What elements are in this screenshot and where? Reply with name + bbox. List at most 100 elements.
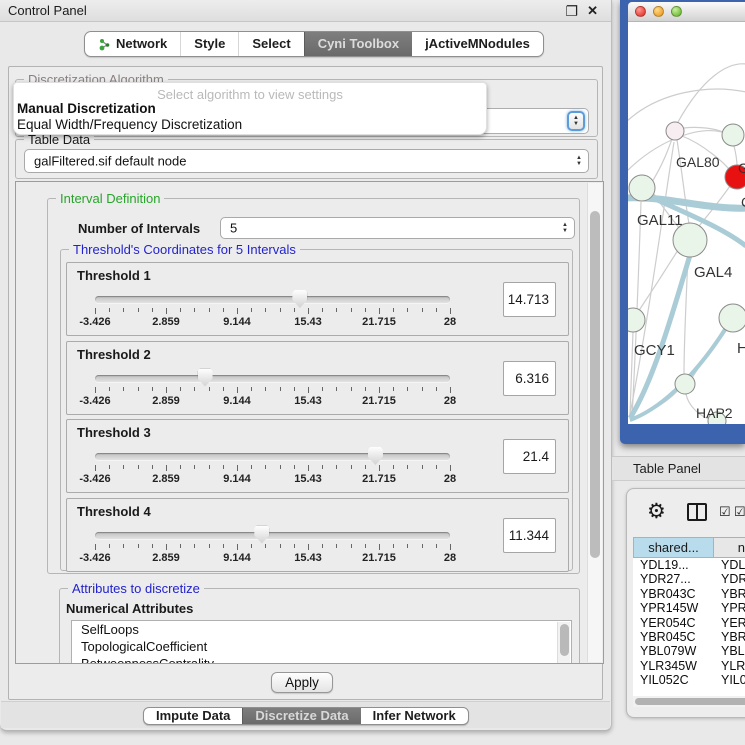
settings-scrollbar[interactable] bbox=[587, 183, 602, 662]
attribute-list-item[interactable]: BetweennessCentrality bbox=[72, 655, 571, 664]
tab-discretize-data[interactable]: Discretize Data bbox=[242, 708, 360, 724]
table-horizontal-scrollbar[interactable] bbox=[633, 696, 745, 707]
algorithm-select-spinner[interactable]: ▲ ▼ bbox=[567, 111, 585, 131]
interval-definition-title: Interval Definition bbox=[56, 191, 164, 206]
attribute-list-item[interactable]: SelfLoops bbox=[72, 621, 571, 638]
slider-ticks bbox=[95, 387, 450, 395]
network-node-label: H bbox=[737, 340, 745, 357]
spinner-down-icon: ▼ bbox=[573, 121, 579, 127]
threshold-slider-thumb[interactable] bbox=[254, 526, 269, 544]
slider-tick-labels: -3.4262.8599.14415.4321.71528 bbox=[95, 316, 450, 328]
table-cell: YLR3 bbox=[714, 659, 745, 673]
table-row[interactable]: YER054CYER0 bbox=[633, 616, 745, 630]
split-columns-icon[interactable] bbox=[687, 503, 707, 521]
network-node[interactable] bbox=[666, 122, 684, 140]
tab-network[interactable]: Network bbox=[85, 32, 180, 56]
threshold-value-field[interactable]: 11.344 bbox=[503, 518, 556, 553]
settings-scroll-panel: Interval Definition Number of Intervals … bbox=[15, 181, 604, 664]
checkbox-icon[interactable]: ☑ bbox=[719, 504, 731, 520]
attributes-list-scrollbar[interactable] bbox=[557, 622, 570, 664]
column-header-shared-name[interactable]: shared... bbox=[633, 537, 714, 558]
network-node-label: GAL4 bbox=[694, 264, 732, 281]
table-row[interactable]: YBL079WYBL0 bbox=[633, 644, 745, 658]
table-cell: YDR2 bbox=[714, 572, 745, 586]
float-window-icon[interactable]: ❐ bbox=[565, 3, 578, 20]
network-node[interactable] bbox=[629, 175, 655, 201]
threshold-slider-thumb[interactable] bbox=[198, 369, 213, 387]
table-cell: YLR345W bbox=[633, 659, 714, 673]
gear-icon[interactable]: ⚙ bbox=[647, 499, 666, 524]
checkbox-icon[interactable]: ☑ bbox=[734, 504, 745, 520]
table-cell: YDL1 bbox=[714, 558, 745, 572]
threshold-slider-track[interactable] bbox=[95, 296, 450, 303]
number-of-intervals-select[interactable]: 5 ▲▼ bbox=[220, 217, 575, 239]
network-edge[interactable] bbox=[734, 146, 737, 166]
network-node[interactable] bbox=[675, 374, 695, 394]
threshold-3-box: Threshold 3-3.4262.8599.14415.4321.71528… bbox=[66, 419, 569, 493]
network-window-titlebar bbox=[628, 2, 745, 22]
table-row[interactable]: YDR27...YDR2 bbox=[633, 572, 745, 586]
slider-tick-labels: -3.4262.8599.14415.4321.71528 bbox=[95, 552, 450, 564]
table-row[interactable]: YBR045CYBR0 bbox=[633, 630, 745, 644]
numerical-attributes-list[interactable]: SelfLoopsTopologicalCoefficientBetweenne… bbox=[71, 620, 572, 664]
tab-style[interactable]: Style bbox=[180, 32, 238, 56]
threshold-slider-track[interactable] bbox=[95, 453, 450, 460]
threshold-value-field[interactable]: 21.4 bbox=[503, 439, 556, 474]
column-header-name[interactable]: name bbox=[714, 537, 745, 558]
table-cell: YIL052C bbox=[633, 673, 714, 687]
table-row[interactable]: YLR345WYLR3 bbox=[633, 659, 745, 673]
threshold-slider-track[interactable] bbox=[95, 532, 450, 539]
tab-jactivemnodules[interactable]: jActiveMNodules bbox=[412, 32, 543, 56]
network-node[interactable] bbox=[722, 124, 744, 146]
table-row[interactable]: YPR145WYPR1 bbox=[633, 601, 745, 615]
table-data-select[interactable]: galFiltered.sif default node ▲▼ bbox=[24, 149, 589, 173]
table-cell: YDR27... bbox=[633, 572, 714, 586]
threshold-label: Threshold 2 bbox=[77, 347, 151, 362]
network-edge[interactable] bbox=[638, 250, 678, 312]
network-canvas[interactable]: GAL80GACGAL11GAL4GCY1HHAP2 bbox=[628, 22, 745, 424]
network-node[interactable] bbox=[628, 308, 645, 332]
table-data-group: Table Data galFiltered.sif default node … bbox=[15, 139, 598, 179]
number-of-intervals-value: 5 bbox=[230, 221, 237, 236]
apply-button[interactable]: Apply bbox=[271, 672, 333, 693]
bottom-tab-bar: Impute Data Discretize Data Infer Networ… bbox=[143, 707, 469, 725]
control-panel-titlebar: Control Panel ❐ ✕ bbox=[0, 0, 611, 22]
slider-ticks bbox=[95, 544, 450, 552]
network-edge[interactable] bbox=[628, 89, 745, 122]
table-row[interactable]: YDL19...YDL1 bbox=[633, 558, 745, 572]
table-row[interactable]: YBR043CYBR0 bbox=[633, 587, 745, 601]
table-panel-titlebar: Table Panel bbox=[612, 456, 745, 481]
attribute-list-item[interactable]: TopologicalCoefficient bbox=[72, 638, 571, 655]
mac-zoom-icon[interactable] bbox=[671, 6, 682, 17]
tab-cyni-toolbox[interactable]: Cyni Toolbox bbox=[304, 32, 412, 56]
table-panel: ⚙ ☑ ☑ shared... name YDL19...YDL1YDR27..… bbox=[626, 488, 745, 718]
network-node[interactable] bbox=[719, 304, 745, 332]
table-panel-title: Table Panel bbox=[633, 461, 701, 476]
slider-ticks bbox=[95, 308, 450, 316]
table-row[interactable]: YIL052CYIL0 bbox=[633, 673, 745, 687]
popup-option-manual-discretization[interactable]: Manual Discretization bbox=[17, 101, 156, 116]
tab-select[interactable]: Select bbox=[238, 32, 303, 56]
table-cell: YBL079W bbox=[633, 644, 714, 658]
threshold-value-field[interactable]: 6.316 bbox=[503, 361, 556, 396]
mac-minimize-icon[interactable] bbox=[653, 6, 664, 17]
mac-close-icon[interactable] bbox=[635, 6, 646, 17]
popup-hint: Select algorithm to view settings bbox=[14, 87, 486, 102]
threshold-slider-thumb[interactable] bbox=[292, 290, 307, 308]
network-edge[interactable] bbox=[678, 64, 745, 122]
tab-infer-network[interactable]: Infer Network bbox=[361, 708, 468, 724]
tab-impute-data[interactable]: Impute Data bbox=[144, 708, 242, 724]
close-icon[interactable]: ✕ bbox=[587, 3, 598, 19]
network-node-label: GAL11 bbox=[637, 212, 683, 229]
threshold-value-field[interactable]: 14.713 bbox=[503, 282, 556, 317]
threshold-slider-thumb[interactable] bbox=[368, 447, 383, 465]
network-node-label: C bbox=[741, 194, 745, 210]
slider-tick-labels: -3.4262.8599.14415.4321.71528 bbox=[95, 395, 450, 407]
network-view-window: GAL80GACGAL11GAL4GCY1HHAP2 bbox=[620, 0, 745, 444]
spinner-icon: ▲▼ bbox=[562, 222, 568, 234]
threshold-slider-track[interactable] bbox=[95, 375, 450, 382]
table-cell: YBR045C bbox=[633, 630, 714, 644]
window-title: Control Panel bbox=[8, 3, 87, 18]
popup-option-equal-width-frequency[interactable]: Equal Width/Frequency Discretization bbox=[17, 117, 242, 132]
table-body: YDL19...YDL1YDR27...YDR2YBR043CYBR0YPR14… bbox=[633, 558, 745, 696]
